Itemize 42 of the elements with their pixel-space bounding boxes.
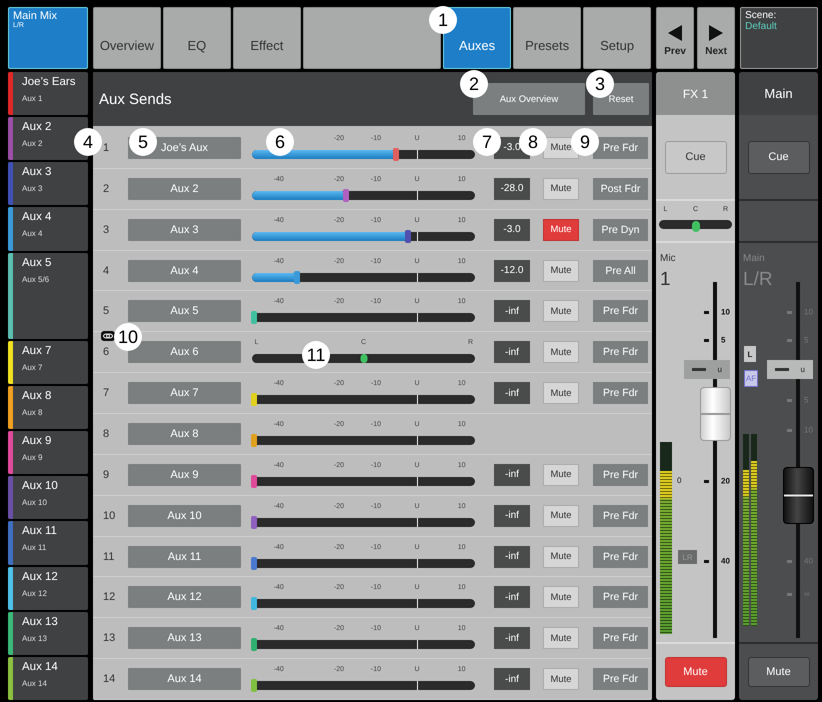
channel-number: 11 xyxy=(102,550,116,563)
level-readout: -inf xyxy=(494,464,530,486)
level-readout: -inf xyxy=(494,382,530,404)
level-readout: -inf xyxy=(494,546,530,568)
level-readout: -3.0 xyxy=(494,218,530,241)
channel-number: 7 xyxy=(102,387,110,400)
channel-number: 2 xyxy=(102,182,110,195)
fader-scale-label: 40 xyxy=(721,556,730,566)
input-label: Main xyxy=(743,253,765,264)
level-readout: -inf xyxy=(494,300,530,322)
channel-number: 1 xyxy=(102,142,110,154)
input-name: L/R xyxy=(743,269,773,291)
level-readout: -inf xyxy=(494,627,530,650)
channel-number: 13 xyxy=(102,632,116,644)
fader-scale-label: ∞ xyxy=(804,590,810,598)
level-readout: -12.0 xyxy=(494,260,530,282)
fader-scale-label: 10 xyxy=(721,308,730,316)
channel-number: 6 xyxy=(102,346,110,358)
fader-scale-label: 20 xyxy=(721,476,730,486)
unity-marker: u xyxy=(767,360,813,379)
channel-number: 9 xyxy=(102,468,110,481)
channel-number: 10 xyxy=(102,510,116,522)
level-readout: -inf xyxy=(494,341,530,364)
input-name: 1 xyxy=(660,269,671,291)
level-readout: -inf xyxy=(494,504,530,527)
channel-number: 3 xyxy=(102,224,110,236)
unity-marker: u xyxy=(684,360,730,379)
channel-number: 4 xyxy=(102,264,110,276)
level-readout: -inf xyxy=(494,668,530,690)
section-title: Aux Sends xyxy=(99,90,173,108)
channel-number: 12 xyxy=(102,591,116,604)
meter-scale-label: 0 xyxy=(677,476,682,485)
strip-title: Main xyxy=(739,72,818,115)
strip-title: FX 1 xyxy=(656,72,735,115)
scene-display: Scene: Default xyxy=(740,7,818,69)
channel-number: 5 xyxy=(102,305,110,318)
level-readout: -inf xyxy=(494,586,530,608)
channel-number: 8 xyxy=(102,428,110,440)
fader-scale-label: 5 xyxy=(721,336,726,344)
level-readout: -28.0 xyxy=(494,178,530,200)
input-label: Mic xyxy=(660,253,676,264)
channel-number: 14 xyxy=(102,673,116,686)
